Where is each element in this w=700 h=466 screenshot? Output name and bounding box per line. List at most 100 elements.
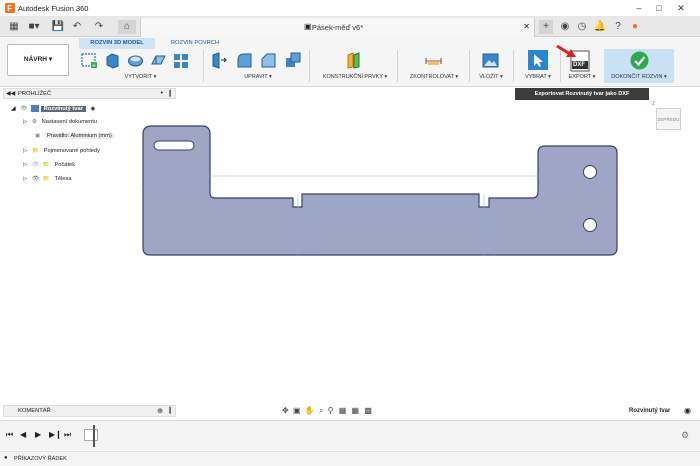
group-create-label[interactable]: VYTVOŘIT ▾ [108,74,173,80]
pan-icon[interactable]: ✋ [305,406,315,415]
viewcube[interactable]: Z ZEPŘEDU [652,101,684,132]
expand-command-icon[interactable]: ● [4,455,8,461]
orbit-icon[interactable]: ✥ [282,406,289,415]
extrude-icon[interactable] [104,52,121,69]
command-line-label: PŘÍKAZOVÝ ŘÁDEK [14,456,67,462]
sweep-icon[interactable] [150,52,167,69]
expand-arrow-icon[interactable]: ▷ [23,119,27,125]
tab-rozvin-povrch[interactable]: ROZVIN POVRCH [162,38,228,49]
grid-icon[interactable]: ▦ [352,406,360,415]
look-at-icon[interactable]: ▣ [293,406,301,415]
window-title: Autodesk Fusion 360 [18,4,89,13]
step-forward-icon[interactable]: ▶❙ [49,430,62,439]
add-comment-icon[interactable]: ⊕ [157,407,163,415]
status-label: Rozvinutý tvar [629,408,671,414]
group-select-label[interactable]: VYBRAT ▾ [518,74,558,80]
pattern-icon[interactable] [173,52,190,69]
browser-item-origin[interactable]: ▷ 👁 📁 Počátek [23,160,173,171]
press-pull-icon[interactable] [211,52,228,69]
fit-icon[interactable]: ⚲ [328,406,334,415]
activate-radio-icon[interactable]: ◉ [90,106,95,112]
job-status-icon[interactable]: ◷ [575,20,589,34]
browser-item-label: Tělesa [54,176,72,182]
maximize-icon[interactable]: □ [652,2,666,14]
group-export-label[interactable]: EXPORT ▾ [564,74,600,80]
comments-panel[interactable]: KOMENTÁŘ ⊕ ❙ [3,405,176,417]
axis-z-label: Z [652,101,656,107]
step-back-icon[interactable]: ◀ [20,430,26,439]
display-settings-icon[interactable]: ▦ [339,406,347,415]
combine-icon[interactable] [285,52,302,69]
insert-image-icon[interactable] [482,52,499,69]
expand-arrow-icon[interactable]: ▷ [23,176,27,182]
eye-icon[interactable]: 👁 [32,176,39,182]
browser-options-icon[interactable]: • [161,90,163,97]
new-tab-icon[interactable]: + [539,20,553,34]
expand-arrow-icon[interactable]: ▷ [23,162,27,168]
expand-arrow-icon[interactable]: ▷ [23,148,27,154]
expand-icon[interactable]: ◢ [11,106,16,112]
close-tab-icon[interactable]: ✕ [523,22,530,31]
play-icon[interactable]: ▶ [35,430,41,439]
folder-icon: 📁 [31,148,40,154]
measure-icon[interactable] [425,52,442,69]
pin-icon[interactable]: ❙ [167,89,173,97]
create-sketch-icon[interactable]: + [81,52,98,69]
save-icon[interactable]: 💾 [51,20,65,34]
folder-icon: 📁 [42,162,50,168]
group-modify-label[interactable]: UPRAVIT ▾ [228,74,288,80]
eye-hidden-icon[interactable]: 👁 [32,162,39,168]
group-inspect-label[interactable]: ZKONTROLOVAT ▾ [401,74,467,80]
checkmark-icon [630,51,649,70]
pin-icon[interactable]: ❙ [167,406,173,414]
file-menu-icon[interactable]: ■▾ [27,20,41,34]
timeline-settings-icon[interactable]: ⚙ [681,430,689,441]
notifications-icon[interactable]: 🔔 [593,20,607,34]
command-bar[interactable]: ● PŘÍKAZOVÝ ŘÁDEK [0,451,700,466]
viewports-icon[interactable]: ▩ [364,406,372,415]
browser-item-label: Nastavení dokumentu [41,119,98,125]
construct-plane-icon[interactable] [345,52,362,69]
browser-item-label: Pojmenované pohledy [43,148,100,154]
go-to-end-icon[interactable]: ⏭ [64,430,71,440]
workspace-switcher[interactable]: NÁVRH ▾ [7,44,69,76]
account-icon[interactable]: ● [628,20,642,34]
select-icon[interactable] [527,49,549,71]
title-bar: F Autodesk Fusion 360 – □ ✕ [0,0,700,17]
comments-label: KOMENTÁŘ [18,408,51,414]
fillet-icon[interactable] [236,52,253,69]
browser-item-bodies[interactable]: ▷ 👁 📁 Tělesa [23,174,173,185]
browser-item-named-views[interactable]: ▷ 📁 Pojmenované pohledy [23,146,173,157]
go-to-start-icon[interactable]: ⏮ [6,430,13,440]
data-panel-icon[interactable]: ▦ [7,20,21,34]
undo-icon[interactable]: ↶ [70,20,84,34]
revolve-icon[interactable] [127,52,144,69]
viewcube-face[interactable]: ZEPŘEDU [656,108,681,130]
ribbon-separator [203,50,204,82]
eye-icon[interactable]: 👁 [20,106,27,112]
redo-icon[interactable]: ↷ [92,20,106,34]
zoom-icon[interactable]: ⌕ [319,406,323,415]
extensions-icon[interactable]: ◉ [558,20,572,34]
group-insert-label[interactable]: VLOŽIT ▾ [473,74,509,80]
browser-item-label: Počátek [54,162,76,168]
chamfer-icon[interactable] [260,52,277,69]
tab-rozvin-3d-model[interactable]: ROZVIN 3D MODEL [79,38,155,49]
browser-root[interactable]: ◢ 👁 Rozvinutý tvar ◉ [11,104,161,115]
finish-flat-button[interactable]: DOKONČIT ROZVIN ▾ [604,49,674,83]
browser-header[interactable]: ◀◀ PROHLÍŽEČ • ❙ [3,88,176,99]
browser-item-document-settings[interactable]: ▷ ⚙ Nastavení dokumentu [23,117,173,128]
document-title: Pásek-měď v6* [311,23,364,32]
help-icon[interactable]: ? [611,20,625,34]
timeline-marker[interactable] [93,425,95,447]
timeline-feature[interactable] [84,429,98,441]
home-icon[interactable]: ⌂ [118,20,136,34]
group-construct-label[interactable]: KONSTRUKČNÍ PRVKY ▾ [315,74,395,80]
svg-text:F: F [7,4,12,13]
close-icon[interactable]: ✕ [674,2,688,14]
browser-item-label: Pravidlo: Aluminium (mm) [44,133,114,139]
collapse-browser-icon[interactable]: ◀◀ [6,90,15,97]
minimize-icon[interactable]: – [632,2,646,14]
document-tab[interactable]: ▣ Pásek-měď v6* ✕ [140,18,535,37]
browser-item-rule[interactable]: ▣ Pravidlo: Aluminium (mm) [35,131,175,142]
